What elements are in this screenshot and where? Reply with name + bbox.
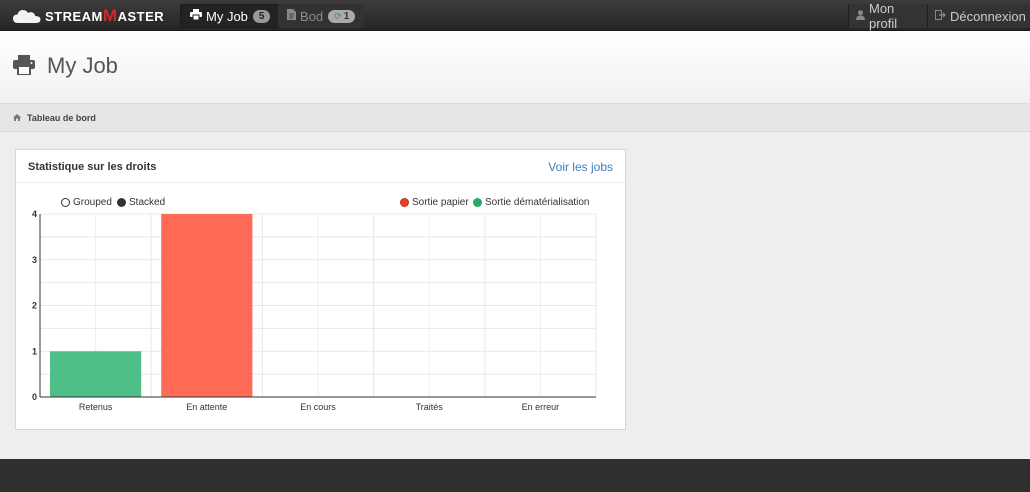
footer bbox=[0, 459, 1030, 492]
logout-icon bbox=[935, 9, 946, 23]
nav-tab-my-job[interactable]: My Job 5 bbox=[180, 4, 281, 28]
profile-link[interactable]: Mon profil bbox=[848, 1, 927, 31]
bar-digital bbox=[50, 351, 142, 397]
nav-tab-label: Bod bbox=[300, 8, 324, 24]
x-tick-label: Traités bbox=[416, 402, 444, 412]
print-icon bbox=[190, 9, 202, 23]
page-title: My Job bbox=[47, 53, 118, 78]
top-navbar: STREAMMASTER My Job 5 Bod ⟳ 1 Mon profil … bbox=[0, 0, 1030, 31]
bar-chart: 0 1 2 3 4 Retenus En attente En cours Traités En … bbox=[32, 209, 597, 412]
nav-tab-bod[interactable]: Bod ⟳ 1 bbox=[278, 4, 365, 28]
stats-panel: Statistique sur les droits Voir les jobs… bbox=[15, 149, 626, 430]
x-tick-label: En attente bbox=[186, 402, 227, 412]
breadcrumb: Tableau de bord bbox=[0, 104, 1030, 132]
print-icon bbox=[13, 55, 35, 80]
brand-part-2: TREAM bbox=[54, 9, 103, 24]
home-icon[interactable] bbox=[13, 113, 21, 123]
x-tick-label: En cours bbox=[300, 402, 336, 412]
x-tick-label: Retenus bbox=[79, 402, 113, 412]
y-tick-label: 2 bbox=[32, 301, 37, 311]
x-tick-label: En erreur bbox=[522, 402, 560, 412]
bod-count-badge: ⟳ 1 bbox=[328, 9, 356, 23]
profile-label: Mon profil bbox=[869, 1, 898, 31]
brand-part-1: S bbox=[45, 9, 55, 24]
nav-tab-label: My Job bbox=[206, 8, 248, 24]
y-tick-label: 3 bbox=[32, 255, 37, 265]
document-icon bbox=[287, 9, 296, 23]
user-icon bbox=[856, 9, 865, 23]
breadcrumb-item-dashboard[interactable]: Tableau de bord bbox=[27, 113, 96, 123]
y-tick-label: 1 bbox=[32, 346, 37, 356]
job-count-badge: 5 bbox=[252, 9, 271, 23]
brand-logo[interactable]: STREAMMASTER bbox=[12, 5, 164, 27]
y-tick-label: 4 bbox=[32, 209, 37, 219]
brand-part-4: ASTER bbox=[117, 9, 165, 24]
refresh-icon: ⟳ bbox=[334, 10, 342, 21]
y-tick-label: 0 bbox=[32, 392, 37, 402]
cloud-icon bbox=[13, 10, 41, 23]
logout-link[interactable]: Déconnexion bbox=[927, 4, 1030, 28]
bar-paper bbox=[161, 214, 253, 397]
logout-label: Déconnexion bbox=[950, 8, 1026, 24]
page-header: My Job bbox=[0, 31, 1030, 104]
bod-count: 1 bbox=[343, 10, 350, 22]
brand-part-3: M bbox=[102, 6, 118, 25]
